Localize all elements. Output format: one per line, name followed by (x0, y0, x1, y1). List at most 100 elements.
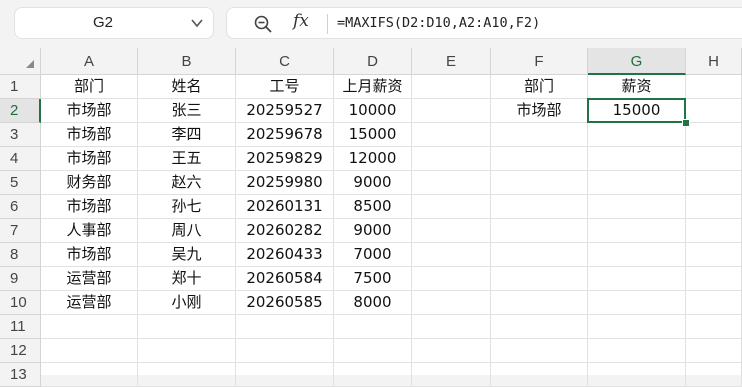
cell-f10[interactable] (491, 291, 588, 315)
cell-g10[interactable] (588, 291, 686, 315)
cell-e13[interactable] (412, 363, 491, 387)
column-header-e[interactable]: E (412, 48, 491, 75)
cell-g3[interactable] (588, 123, 686, 147)
row-header-8[interactable]: 8 (0, 243, 41, 267)
formula-input[interactable]: =MAXIFS(D2:D10,A2:A10,F2) (337, 15, 540, 31)
cell-d5[interactable]: 9000 (334, 171, 412, 195)
cell-d1[interactable]: 上月薪资 (334, 75, 412, 99)
cell-f9[interactable] (491, 267, 588, 291)
cell-c13[interactable] (236, 363, 334, 387)
cell-h1[interactable] (686, 75, 742, 99)
row-header-6[interactable]: 6 (0, 195, 41, 219)
cell-f8[interactable] (491, 243, 588, 267)
cell-f1[interactable]: 部门 (491, 75, 588, 99)
cell-a7[interactable]: 人事部 (41, 219, 138, 243)
cell-h7[interactable] (686, 219, 742, 243)
cell-b11[interactable] (138, 315, 236, 339)
cell-e9[interactable] (412, 267, 491, 291)
cell-reference[interactable]: G2 (15, 14, 191, 31)
cell-e8[interactable] (412, 243, 491, 267)
cell-f7[interactable] (491, 219, 588, 243)
cell-d7[interactable]: 9000 (334, 219, 412, 243)
cell-e3[interactable] (412, 123, 491, 147)
row-header-1[interactable]: 1 (0, 75, 41, 99)
cell-d12[interactable] (334, 339, 412, 363)
cell-e12[interactable] (412, 339, 491, 363)
cell-h11[interactable] (686, 315, 742, 339)
cell-d9[interactable]: 7500 (334, 267, 412, 291)
cell-g2[interactable]: 15000 (588, 99, 686, 123)
cell-b7[interactable]: 周八 (138, 219, 236, 243)
column-header-a[interactable]: A (41, 48, 138, 75)
row-header-12[interactable]: 12 (0, 339, 41, 363)
cell-d6[interactable]: 8500 (334, 195, 412, 219)
row-header-13[interactable]: 13 (0, 363, 41, 387)
cell-a1[interactable]: 部门 (41, 75, 138, 99)
cell-a4[interactable]: 市场部 (41, 147, 138, 171)
cell-h10[interactable] (686, 291, 742, 315)
cell-e11[interactable] (412, 315, 491, 339)
cell-f11[interactable] (491, 315, 588, 339)
cell-b10[interactable]: 小刚 (138, 291, 236, 315)
row-header-3[interactable]: 3 (0, 123, 41, 147)
row-header-7[interactable]: 7 (0, 219, 41, 243)
cell-a13[interactable] (41, 363, 138, 387)
row-header-11[interactable]: 11 (0, 315, 41, 339)
cell-e10[interactable] (412, 291, 491, 315)
column-header-b[interactable]: B (138, 48, 236, 75)
column-header-g[interactable]: G (588, 48, 686, 75)
cell-g5[interactable] (588, 171, 686, 195)
cell-f6[interactable] (491, 195, 588, 219)
cell-f2[interactable]: 市场部 (491, 99, 588, 123)
cell-b8[interactable]: 吴九 (138, 243, 236, 267)
cell-a12[interactable] (41, 339, 138, 363)
cell-g7[interactable] (588, 219, 686, 243)
cell-f4[interactable] (491, 147, 588, 171)
column-header-f[interactable]: F (491, 48, 588, 75)
cell-a5[interactable]: 财务部 (41, 171, 138, 195)
cell-g6[interactable] (588, 195, 686, 219)
cell-b5[interactable]: 赵六 (138, 171, 236, 195)
column-header-h[interactable]: H (686, 48, 742, 75)
cell-h5[interactable] (686, 171, 742, 195)
row-header-10[interactable]: 10 (0, 291, 41, 315)
cell-c8[interactable]: 20260433 (236, 243, 334, 267)
cell-g11[interactable] (588, 315, 686, 339)
fill-handle[interactable] (682, 119, 690, 127)
column-header-d[interactable]: D (334, 48, 412, 75)
cell-a10[interactable]: 运营部 (41, 291, 138, 315)
cell-c11[interactable] (236, 315, 334, 339)
cell-f12[interactable] (491, 339, 588, 363)
cell-c1[interactable]: 工号 (236, 75, 334, 99)
column-header-c[interactable]: C (236, 48, 334, 75)
cell-d3[interactable]: 15000 (334, 123, 412, 147)
cell-b2[interactable]: 张三 (138, 99, 236, 123)
cell-c3[interactable]: 20259678 (236, 123, 334, 147)
select-all-icon[interactable] (0, 48, 41, 75)
chevron-down-icon[interactable] (190, 16, 204, 30)
row-header-9[interactable]: 9 (0, 267, 41, 291)
cell-d8[interactable]: 7000 (334, 243, 412, 267)
cell-d11[interactable] (334, 315, 412, 339)
cell-e2[interactable] (412, 99, 491, 123)
cell-b13[interactable] (138, 363, 236, 387)
cell-a9[interactable]: 运营部 (41, 267, 138, 291)
cell-d13[interactable] (334, 363, 412, 387)
cell-b4[interactable]: 王五 (138, 147, 236, 171)
cell-e6[interactable] (412, 195, 491, 219)
cell-a2[interactable]: 市场部 (41, 99, 138, 123)
cell-e7[interactable] (412, 219, 491, 243)
cell-h6[interactable] (686, 195, 742, 219)
name-box[interactable]: G2 (14, 7, 214, 39)
cell-e1[interactable] (412, 75, 491, 99)
cell-c12[interactable] (236, 339, 334, 363)
cell-c7[interactable]: 20260282 (236, 219, 334, 243)
row-header-4[interactable]: 4 (0, 147, 41, 171)
row-header-5[interactable]: 5 (0, 171, 41, 195)
cell-a11[interactable] (41, 315, 138, 339)
cell-b3[interactable]: 李四 (138, 123, 236, 147)
cell-h9[interactable] (686, 267, 742, 291)
cell-h8[interactable] (686, 243, 742, 267)
cell-g4[interactable] (588, 147, 686, 171)
cell-c2[interactable]: 20259527 (236, 99, 334, 123)
